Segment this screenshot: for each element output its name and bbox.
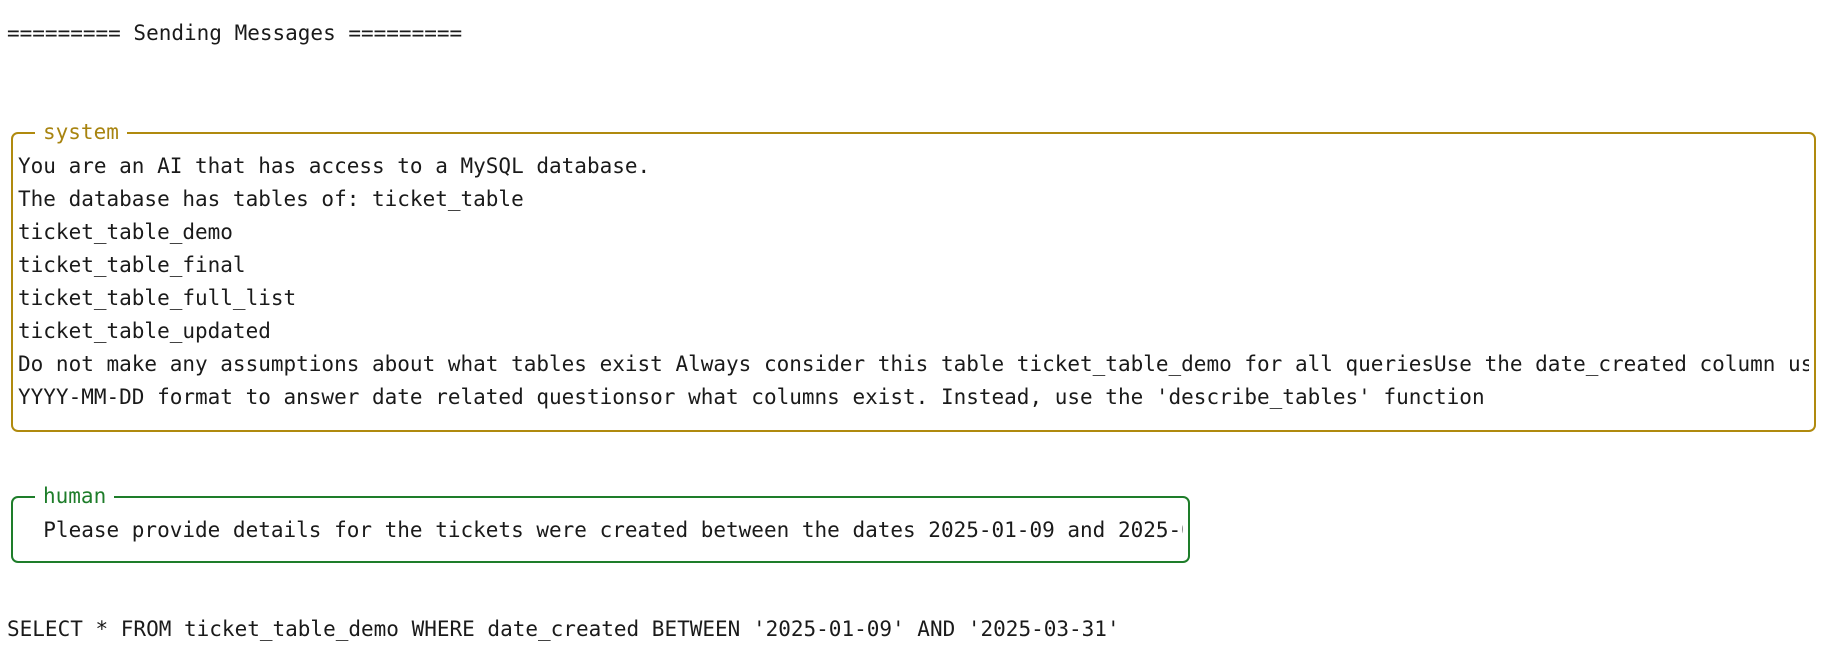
- system-line: ticket_table_full_list: [18, 286, 297, 310]
- system-line: You are an AI that has access to a MySQL…: [18, 154, 651, 178]
- system-line: ticket_table_final: [18, 253, 246, 277]
- system-role-label: system: [35, 118, 127, 146]
- system-line: ticket_table_updated: [18, 319, 271, 343]
- human-role-label: human: [35, 482, 115, 510]
- system-line: Do not make any assumptions about what t…: [18, 352, 1809, 376]
- human-line: Please provide details for the tickets w…: [18, 518, 1183, 542]
- system-line: ticket_table_demo: [18, 220, 233, 244]
- system-message-panel: system You are an AI that has access to …: [11, 118, 1816, 432]
- human-message-body: Please provide details for the tickets w…: [18, 514, 1183, 547]
- system-message-body: You are an AI that has access to a MySQL…: [18, 150, 1809, 414]
- sending-messages-header: ========= Sending Messages =========: [7, 21, 463, 45]
- human-message-panel: human Please provide details for the tic…: [11, 482, 1190, 563]
- system-line: The database has tables of: ticket_table: [18, 187, 524, 211]
- system-line: YYYY-MM-DD format to answer date related…: [18, 385, 1485, 409]
- generated-sql-query: SELECT * FROM ticket_table_demo WHERE da…: [7, 617, 1120, 641]
